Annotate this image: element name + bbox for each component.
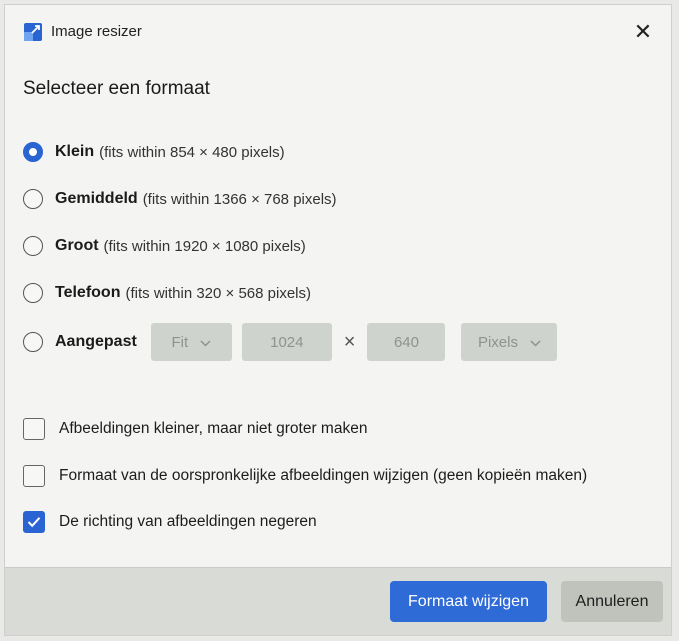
- checkbox-label: De richting van afbeeldingen negeren: [59, 513, 317, 530]
- option-name: Gemiddeld: [55, 190, 138, 207]
- option-description: (fits within 1366 × 768 pixels): [142, 190, 337, 208]
- ignore-orientation-checkbox[interactable]: [23, 511, 45, 533]
- option-name: Telefoon: [55, 284, 121, 301]
- radio-option-aangepast[interactable]: Aangepast Fit 1024 × 640 Pixels: [23, 322, 558, 362]
- checkbox-label: Afbeeldingen kleiner, maar niet groter m…: [59, 420, 368, 437]
- checkmark-icon: [27, 517, 41, 528]
- option-name: Aangepast: [55, 333, 137, 350]
- chevron-down-icon: [200, 334, 211, 351]
- radio-button-groot[interactable]: [23, 236, 43, 256]
- checkbox-row-replace-originals[interactable]: Formaat van de oorspronkelijke afbeeldin…: [23, 460, 587, 492]
- dialog-heading: Selecteer een formaat: [23, 78, 210, 99]
- option-description: (fits within 1920 × 1080 pixels): [103, 237, 306, 255]
- width-value: 1024: [270, 333, 304, 351]
- unit-dropdown[interactable]: Pixels: [461, 323, 558, 361]
- radio-button-gemiddeld[interactable]: [23, 189, 43, 209]
- dialog-footer: Formaat wijzigen Annuleren: [5, 567, 671, 635]
- fit-mode-dropdown[interactable]: Fit: [150, 323, 232, 361]
- radio-option-groot[interactable]: Groot (fits within 1920 × 1080 pixels): [23, 230, 306, 262]
- radio-button-klein[interactable]: [23, 142, 43, 162]
- image-resizer-dialog: Image resizer ✕ Selecteer een formaat Kl…: [4, 4, 672, 636]
- option-description: (fits within 854 × 480 pixels): [99, 143, 285, 161]
- option-name: Klein: [55, 143, 95, 160]
- radio-option-telefoon[interactable]: Telefoon (fits within 320 × 568 pixels): [23, 277, 311, 309]
- image-resizer-icon: [23, 22, 43, 42]
- resize-button[interactable]: Formaat wijzigen: [390, 581, 547, 622]
- close-button[interactable]: ✕: [625, 15, 661, 49]
- close-icon: ✕: [633, 19, 653, 44]
- title-bar: Image resizer ✕: [5, 5, 671, 55]
- radio-option-gemiddeld[interactable]: Gemiddeld (fits within 1366 × 768 pixels…: [23, 183, 337, 215]
- radio-button-aangepast[interactable]: [23, 332, 43, 352]
- height-input[interactable]: 640: [367, 323, 446, 361]
- width-input[interactable]: 1024: [241, 323, 332, 361]
- shrink-only-checkbox[interactable]: [23, 418, 45, 440]
- radio-option-klein[interactable]: Klein (fits within 854 × 480 pixels): [23, 136, 285, 168]
- chevron-down-icon: [530, 334, 541, 351]
- unit-value: Pixels: [477, 333, 518, 351]
- fit-mode-value: Fit: [171, 333, 189, 351]
- checkbox-label: Formaat van de oorspronkelijke afbeeldin…: [59, 467, 588, 484]
- height-value: 640: [393, 333, 419, 351]
- checkbox-row-shrink-only[interactable]: Afbeeldingen kleiner, maar niet groter m…: [23, 413, 367, 445]
- window-title: Image resizer: [51, 23, 142, 40]
- checkbox-row-ignore-orientation[interactable]: De richting van afbeeldingen negeren: [23, 506, 317, 538]
- radio-button-telefoon[interactable]: [23, 283, 43, 303]
- option-description: (fits within 320 × 568 pixels): [125, 284, 311, 302]
- replace-originals-checkbox[interactable]: [23, 465, 45, 487]
- dimension-separator: ×: [343, 330, 356, 353]
- cancel-button[interactable]: Annuleren: [561, 581, 663, 622]
- option-name: Groot: [55, 237, 99, 254]
